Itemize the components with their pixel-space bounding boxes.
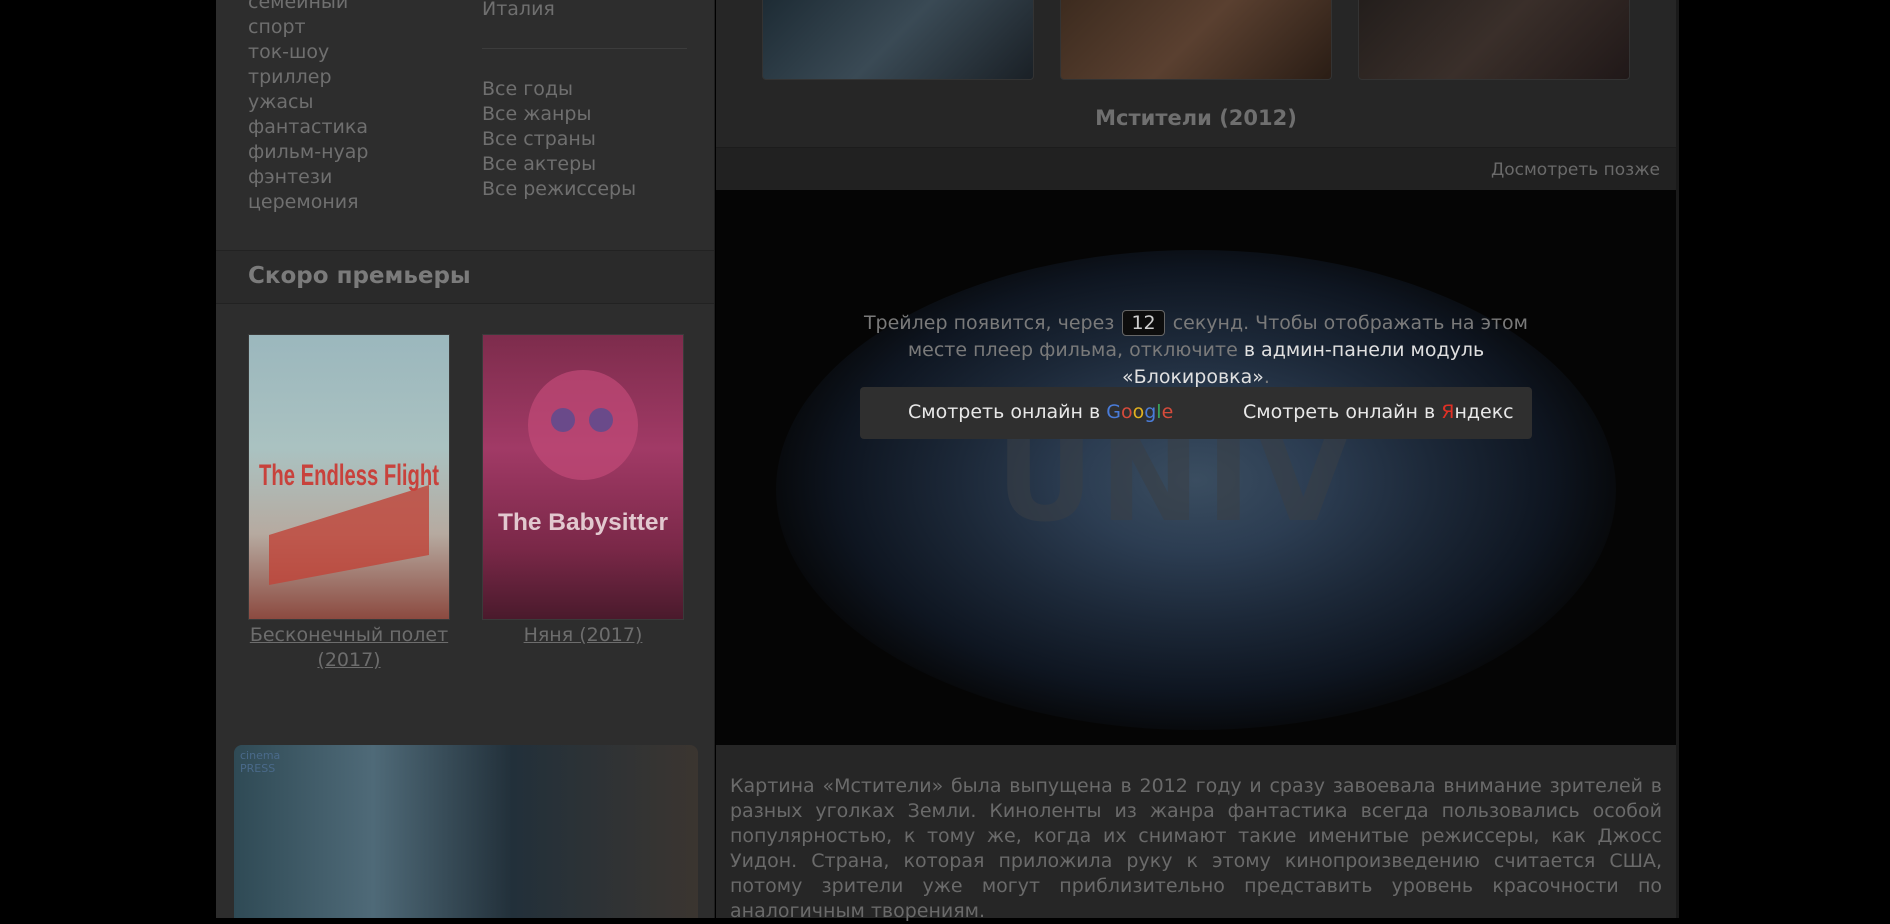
premiere-title-link[interactable]: Няня (2017) (482, 623, 684, 648)
promo-banner[interactable]: cinema PRESS (234, 745, 698, 918)
page-edge (1676, 0, 1679, 918)
google-logo-text: Google (1106, 401, 1174, 423)
frame-thumbnail[interactable] (762, 0, 1034, 80)
genre-link[interactable]: ужасы (248, 90, 369, 115)
frame-thumbnail[interactable] (1060, 0, 1332, 80)
genre-link[interactable]: семейный (248, 0, 369, 15)
page: семейный спорт ток-шоу триллер ужасы фан… (216, 0, 1676, 922)
watch-later-bar: Досмотреть позже (716, 147, 1676, 190)
button-label: Смотреть онлайн в (1243, 401, 1436, 423)
all-genres-link[interactable]: Все жанры (482, 102, 636, 127)
video-player[interactable]: UNIV Трейлер появится, через 12 секунд. … (716, 190, 1676, 745)
divider (482, 48, 687, 49)
poster-title-text: The Babysitter (498, 509, 668, 536)
countdown-counter: 12 (1122, 310, 1165, 336)
button-label: Смотреть онлайн в (908, 401, 1101, 423)
watch-later-link[interactable]: Досмотреть позже (1491, 160, 1660, 180)
premiere-title-link[interactable]: Бесконечный полет (2017) (248, 623, 450, 673)
genre-link[interactable]: ток-шоу (248, 40, 369, 65)
movie-description: Картина «Мстители» была выпущена в 2012 … (730, 775, 1662, 922)
notice-text: Трейлер появится, через (863, 312, 1115, 334)
yandex-logo-text: Яндекс (1441, 401, 1514, 423)
poster-babysitter[interactable]: The Babysitter (482, 334, 684, 620)
genre-link[interactable]: триллер (248, 65, 369, 90)
genre-link[interactable]: фантастика (248, 115, 369, 140)
all-actors-link[interactable]: Все актеры (482, 152, 636, 177)
genre-link[interactable]: фильм-нуар (248, 140, 369, 165)
all-countries-link[interactable]: Все страны (482, 127, 636, 152)
sidebar: семейный спорт ток-шоу триллер ужасы фан… (216, 0, 715, 918)
frame-thumbnail[interactable] (1358, 0, 1630, 80)
soon-title: Скоро премьеры (248, 263, 471, 289)
main-content: Мстители (2012) Досмотреть позже UNIV Тр… (716, 0, 1676, 922)
watch-google-button[interactable]: Смотреть онлайн в Google (908, 401, 1173, 423)
country-link[interactable]: Италия (482, 0, 555, 22)
poster-art: The Endless Flight (259, 459, 439, 585)
genre-link[interactable]: фэнтези (248, 165, 369, 190)
cinemapress-logo: cinema PRESS (240, 749, 281, 775)
watch-yandex-button[interactable]: Смотреть онлайн в Яндекс (1243, 401, 1514, 423)
frames-strip: Мстители (2012) (716, 0, 1676, 147)
all-years-link[interactable]: Все годы (482, 77, 636, 102)
soon-header: Скоро премьеры (216, 250, 714, 304)
genre-link[interactable]: спорт (248, 15, 369, 40)
trailer-notice: Трейлер появится, через 12 секунд. Чтобы… (856, 310, 1536, 391)
poster-art: The Babysitter (498, 370, 668, 536)
poster-title-text: The Endless Flight (259, 459, 439, 492)
watch-online-bar: Смотреть онлайн в Google Смотреть онлайн… (860, 387, 1532, 439)
notice-text: . (1263, 366, 1270, 388)
genre-link[interactable]: церемония (248, 190, 369, 215)
movie-title: Мстители (2012) (1095, 106, 1297, 130)
genre-list: семейный спорт ток-шоу триллер ужасы фан… (248, 0, 369, 215)
all-directors-link[interactable]: Все режиссеры (482, 177, 636, 202)
poster-endless-flight[interactable]: The Endless Flight (248, 334, 450, 620)
catalog-links: Все годы Все жанры Все страны Все актеры… (482, 77, 636, 202)
